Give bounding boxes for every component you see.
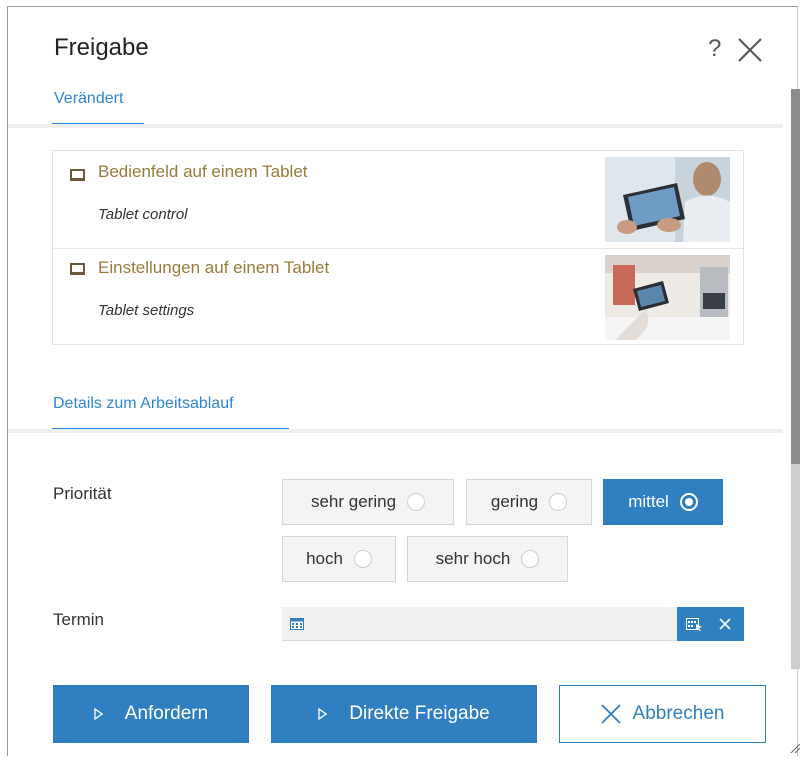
radio-icon (549, 493, 568, 511)
priority-option-label: hoch (306, 549, 343, 568)
priority-option-label: gering (490, 492, 539, 511)
priority-option-very-low[interactable]: sehr gering (282, 479, 454, 525)
tab-workflow-details[interactable]: Details zum Arbeitsablauf (53, 395, 234, 413)
item-list: Bedienfeld auf einem Tablet Tablet contr… (52, 150, 744, 345)
play-icon (318, 708, 328, 720)
priority-option-label: sehr gering (310, 492, 397, 511)
date-buttons (677, 607, 744, 641)
priority-option-medium[interactable]: mittel (603, 479, 723, 525)
list-item[interactable]: Bedienfeld auf einem Tablet Tablet contr… (53, 151, 743, 248)
direct-release-button-label: Direkte Freigabe (349, 703, 490, 724)
request-button-label: Anfordern (124, 703, 209, 724)
item-subtitle: Tablet control (98, 206, 188, 223)
clear-icon[interactable] (719, 618, 731, 630)
radio-icon (407, 493, 426, 511)
item-subtitle: Tablet settings (98, 302, 195, 319)
close-icon (738, 38, 762, 62)
radio-icon (521, 550, 540, 568)
date-label: Termin (53, 610, 105, 629)
calendar-icon (290, 618, 304, 630)
priority-option-label: sehr hoch (435, 549, 511, 568)
priority-option-high[interactable]: hoch (282, 536, 396, 582)
direct-release-button[interactable]: Direkte Freigabe (271, 685, 537, 743)
resize-handle-icon[interactable] (790, 743, 800, 753)
tab-divider (8, 429, 783, 433)
scrollbar[interactable] (791, 89, 800, 669)
priority-option-label: mittel (628, 492, 669, 511)
radio-icon (353, 550, 372, 568)
item-title[interactable]: Einstellungen auf einem Tablet (98, 258, 329, 278)
tablet-icon (70, 169, 85, 181)
priority-option-low[interactable]: gering (466, 479, 592, 525)
request-button[interactable]: Anfordern (53, 685, 249, 743)
close-icon (600, 704, 621, 724)
radio-selected-icon (679, 493, 698, 511)
play-icon (94, 708, 103, 720)
tablet-icon (70, 263, 85, 275)
release-dialog: Freigabe ? Verändert Bedienfeld auf eine… (7, 6, 800, 756)
item-title[interactable]: Bedienfeld auf einem Tablet (98, 162, 308, 182)
dialog-title: Freigabe (54, 34, 149, 61)
close-button[interactable] (737, 37, 763, 63)
scrollbar-thumb[interactable] (791, 89, 800, 464)
priority-option-very-high[interactable]: sehr hoch (407, 536, 568, 582)
tab-changed[interactable]: Verändert (54, 90, 123, 108)
cancel-button-label: Abbrechen (632, 703, 725, 724)
list-item[interactable]: Einstellungen auf einem Tablet Tablet se… (53, 248, 743, 345)
item-thumbnail (605, 157, 730, 242)
priority-label: Priorität (53, 484, 112, 503)
calendar-picker-icon[interactable] (686, 618, 703, 631)
date-input[interactable] (282, 607, 677, 641)
item-thumbnail (605, 255, 730, 340)
help-button[interactable]: ? (708, 35, 721, 63)
tab-divider (8, 124, 783, 128)
cancel-button[interactable]: Abbrechen (559, 685, 766, 743)
